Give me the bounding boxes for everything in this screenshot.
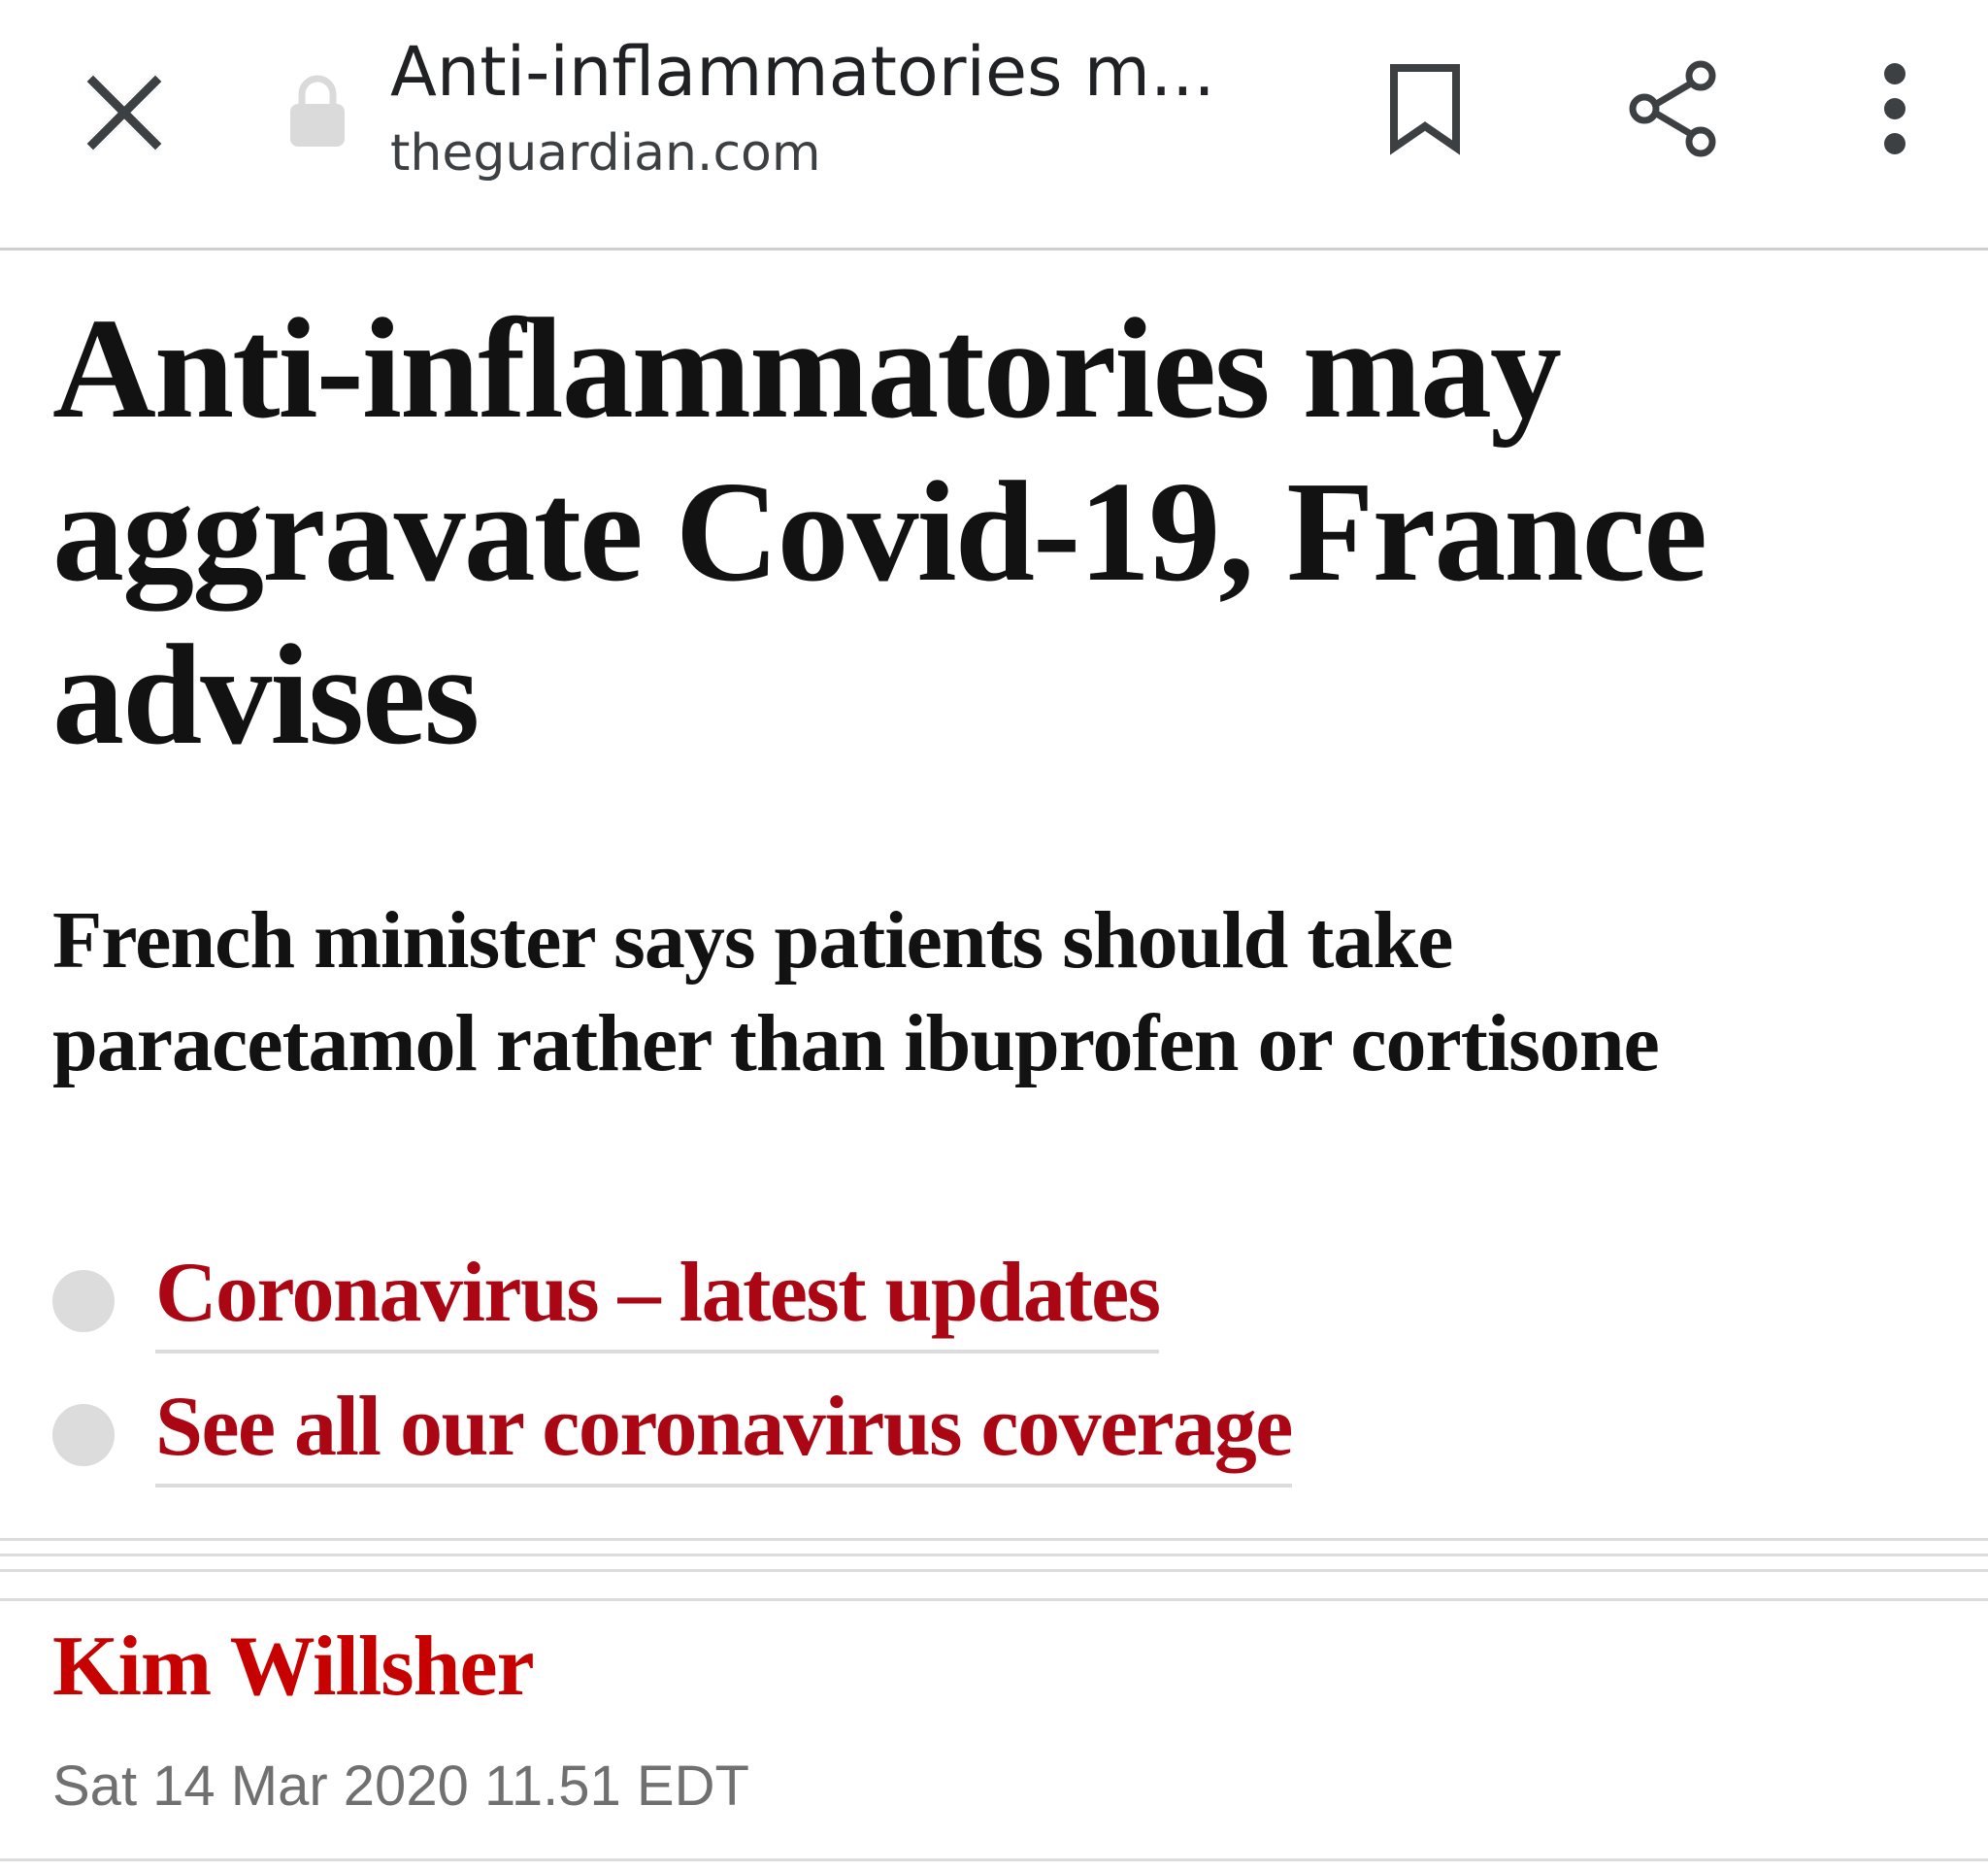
url-domain: theguardian.com [390,124,821,183]
divider [0,1538,1988,1541]
article-standfirst: French minister says patients should tak… [52,895,1660,1088]
more-vert-icon [1880,62,1909,160]
list-item: Coronavirus – latest updates [52,1239,1945,1373]
bullet-icon [52,1270,115,1332]
related-links-list: Coronavirus – latest updates See all our… [52,1239,1945,1507]
bookmark-button[interactable] [1369,54,1481,167]
article-headline: Anti-inflammatories may aggravate Covid-… [52,289,1707,775]
close-button[interactable] [68,58,181,171]
bookmark-icon [1386,62,1464,160]
list-item: See all our coronavirus coverage [52,1373,1945,1507]
browser-toolbar: Anti-inflammatories m... theguardian.com [0,0,1988,251]
close-icon [85,74,163,156]
coronavirus-coverage-link[interactable]: See all our coronavirus coverage [155,1373,1293,1488]
author-link[interactable]: Kim Willsher [52,1614,535,1721]
page-title: Anti-inflammatories m... [390,32,1215,112]
latest-updates-link[interactable]: Coronavirus – latest updates [155,1239,1161,1354]
divider [0,1554,1988,1556]
share-icon [1625,58,1722,164]
overflow-menu-button[interactable] [1839,54,1951,167]
divider [0,1569,1988,1572]
lock-icon [283,66,351,153]
publish-date: Sat 14 Mar 2020 11.51 EDT [52,1755,749,1818]
bullet-icon [52,1404,115,1466]
url-bar[interactable]: Anti-inflammatories m... theguardian.com [390,25,1264,188]
divider [0,1858,1988,1861]
divider [0,1598,1988,1601]
share-button[interactable] [1617,54,1730,167]
